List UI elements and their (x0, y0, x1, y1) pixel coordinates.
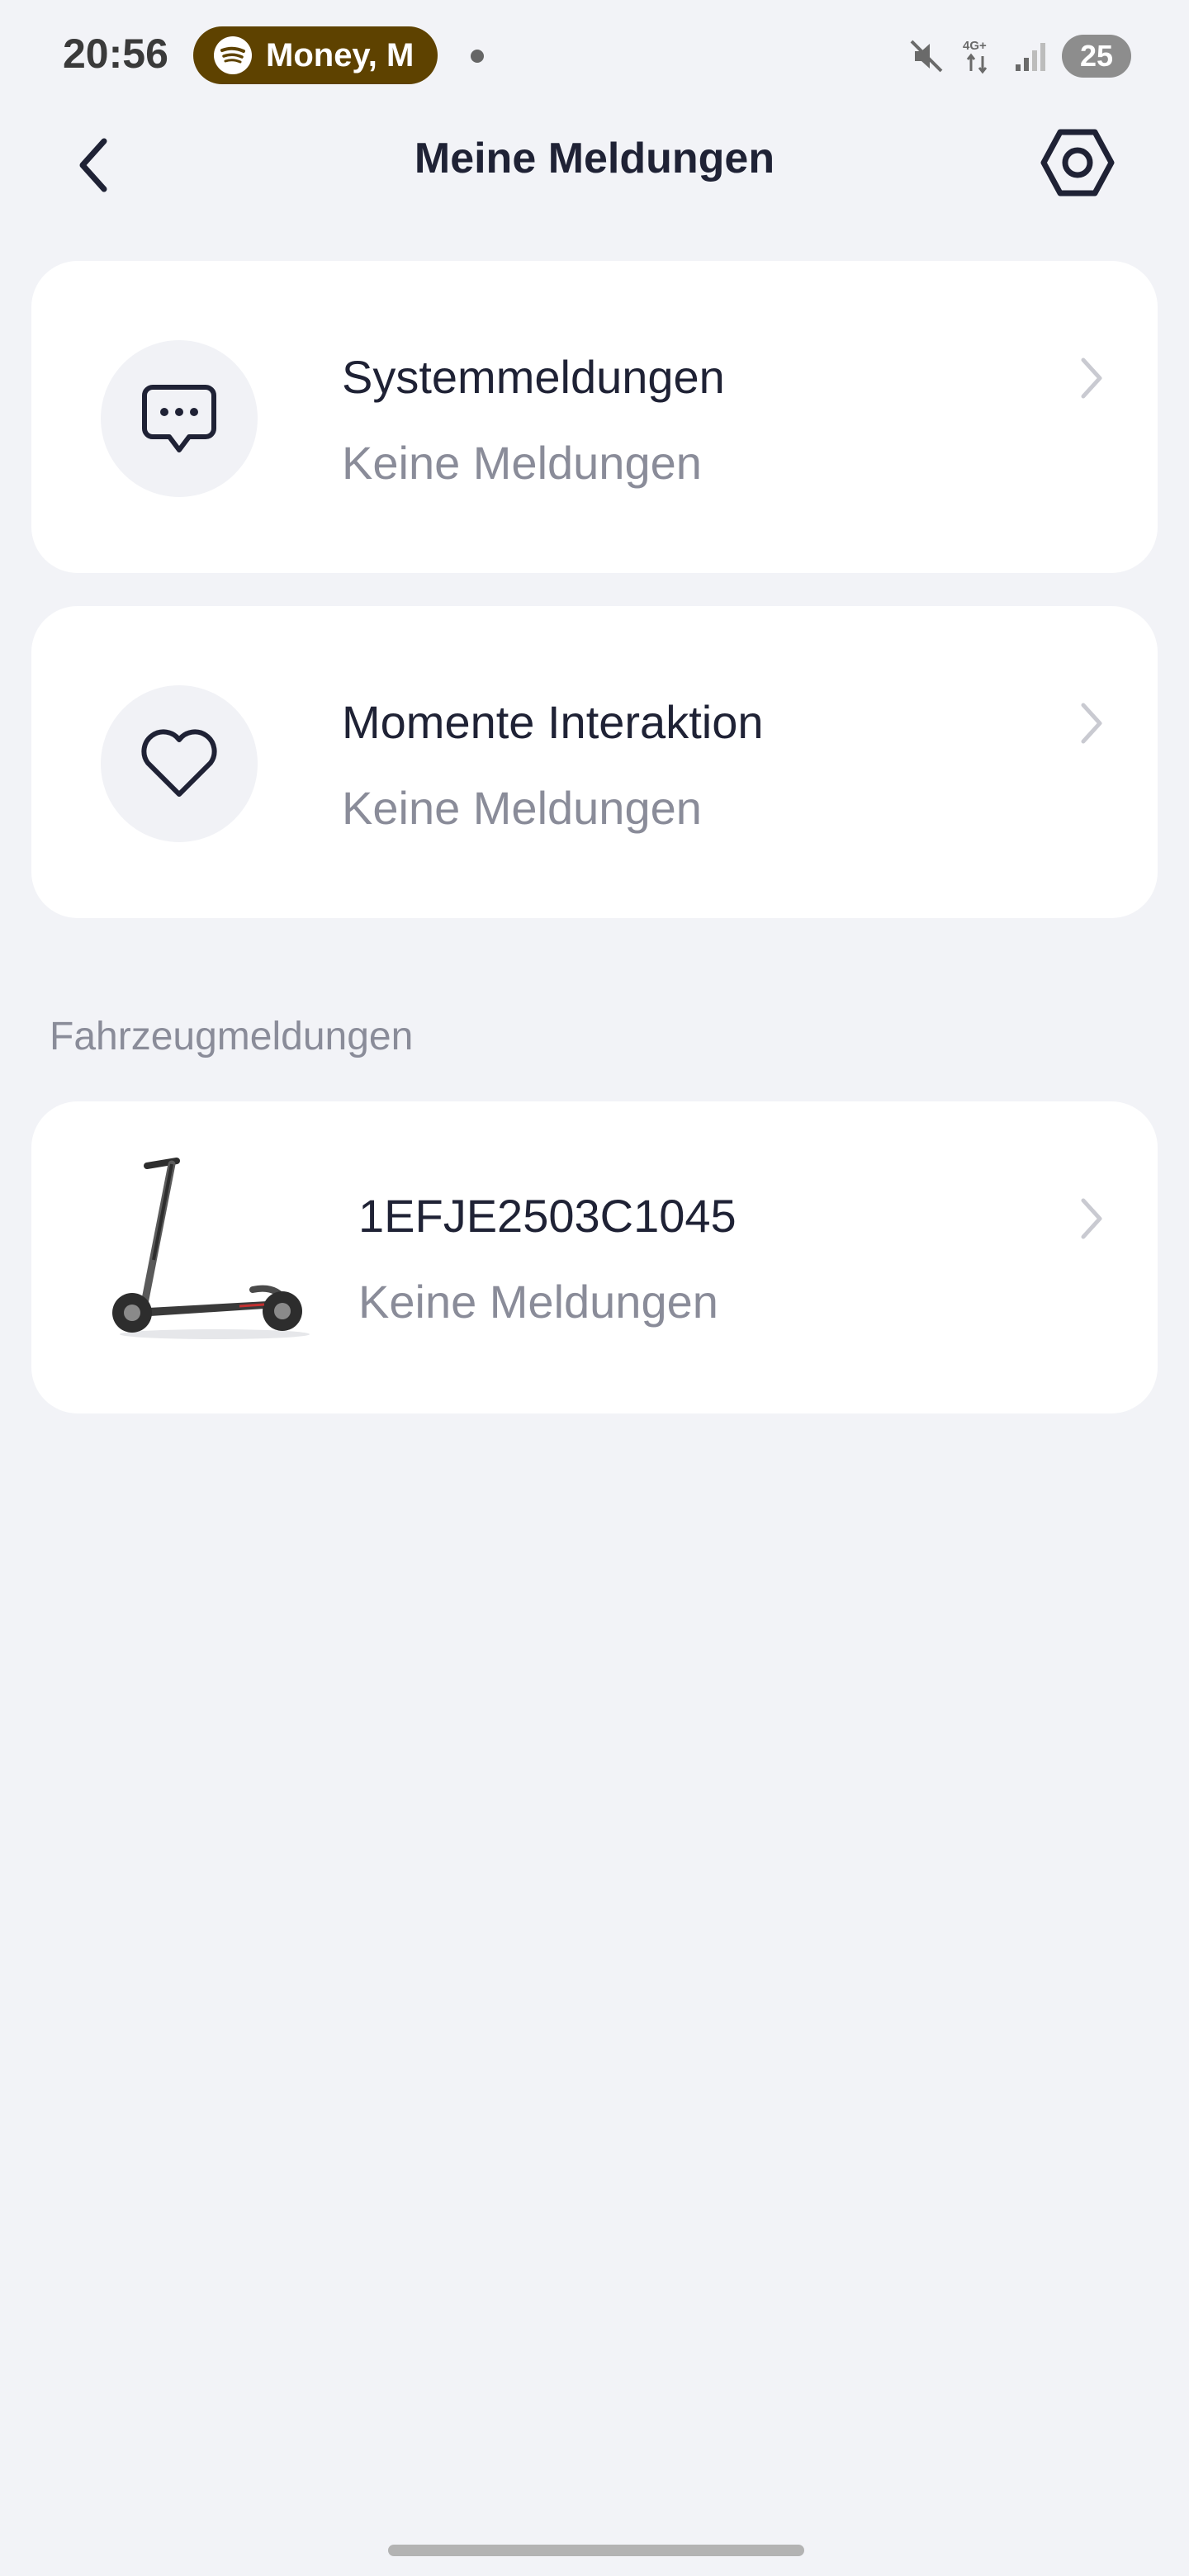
card-title: Systemmeldungen (342, 351, 725, 403)
card-system-messages[interactable]: Systemmeldungen Keine Meldungen (31, 261, 1158, 573)
chevron-right-icon (1081, 358, 1102, 399)
signal-icon (1016, 43, 1045, 71)
network-4g-icon: 4G+ (963, 39, 988, 74)
chevron-right-icon (1081, 703, 1102, 744)
system-messages-icon-wrap (101, 340, 258, 497)
network-label: 4G+ (963, 39, 987, 53)
page-title: Meine Meldungen (414, 135, 775, 182)
status-time: 20:56 (63, 31, 168, 77)
card-moments-interaction[interactable]: Momente Interaktion Keine Meldungen (31, 606, 1158, 918)
card-title: Momente Interaktion (342, 696, 764, 748)
settings-button[interactable] (1039, 124, 1116, 201)
chat-bubble-icon (142, 385, 216, 452)
media-text: Money, M (266, 36, 414, 73)
settings-hexagon-icon (1040, 129, 1115, 197)
spotify-icon (214, 36, 252, 74)
card-vehicle[interactable]: 1EFJE2503C1045 Keine Meldungen (31, 1101, 1158, 1413)
mute-icon (910, 40, 943, 73)
home-indicator[interactable] (388, 2545, 804, 2556)
chevron-right-icon (1081, 1198, 1102, 1239)
media-pill[interactable]: Money, M (193, 26, 438, 84)
moments-icon-wrap (101, 685, 258, 842)
heart-icon (141, 729, 217, 797)
notification-dot (471, 50, 484, 63)
scooter-image (112, 1158, 310, 1339)
card-subtitle: Keine Meldungen (342, 782, 702, 834)
vehicle-serial: 1EFJE2503C1045 (358, 1190, 737, 1242)
section-vehicle-messages: Fahrzeugmeldungen (50, 1015, 414, 1058)
battery-indicator: 25 (1062, 35, 1131, 78)
vehicle-subtitle: Keine Meldungen (358, 1276, 718, 1328)
status-icons: 4G+ 25 (908, 31, 1131, 81)
card-subtitle: Keine Meldungen (342, 437, 702, 489)
status-bar: 20:56 Money, M 4G+ 25 (0, 0, 1189, 112)
